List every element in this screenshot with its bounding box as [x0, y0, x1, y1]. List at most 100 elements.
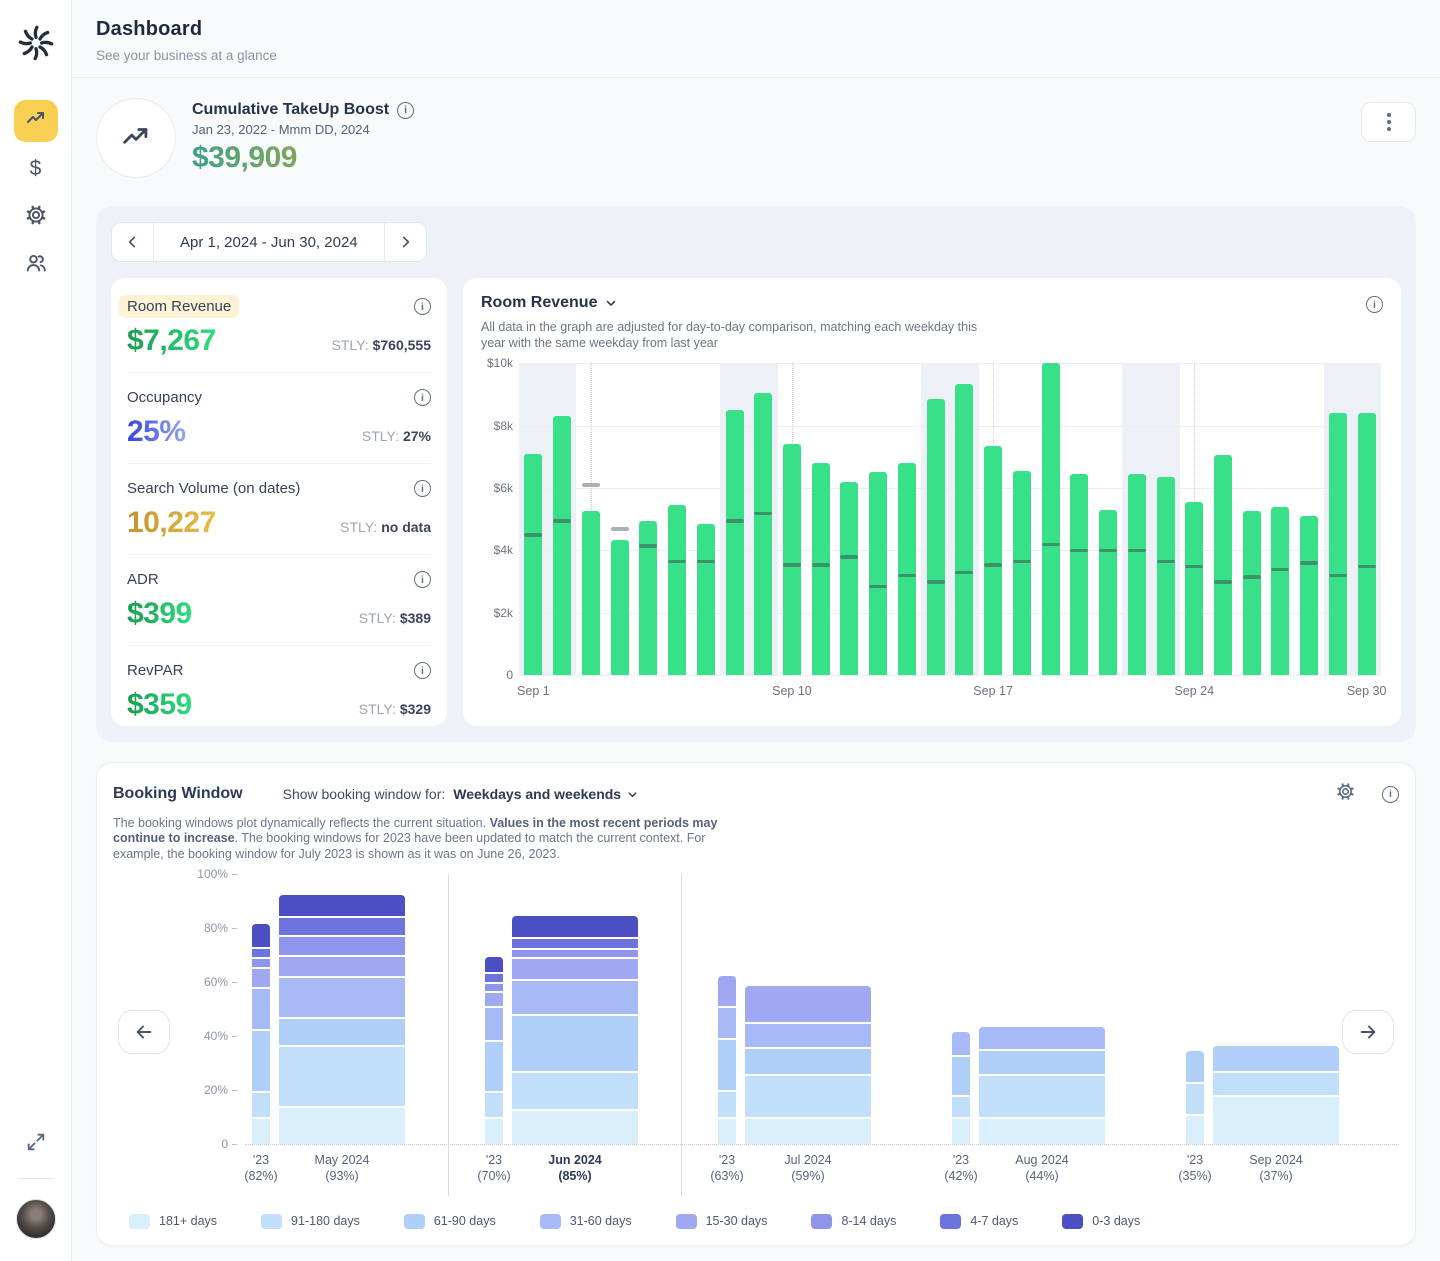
stacked-bar[interactable] — [952, 874, 970, 1144]
boost-circle — [96, 98, 176, 178]
legend-item: 181+ days — [129, 1214, 217, 1229]
expand-icon — [25, 1131, 47, 1158]
revenue-bar[interactable] — [1013, 471, 1031, 675]
info-icon[interactable]: i — [414, 662, 431, 679]
user-avatar[interactable] — [16, 1199, 56, 1239]
info-icon[interactable]: i — [414, 298, 431, 315]
sidebar-item-users[interactable] — [14, 244, 58, 286]
segment-0-3-days — [512, 916, 638, 937]
sidebar-item-dashboard[interactable] — [14, 100, 58, 142]
stat-row-adr: ADR i $399 STLY:$389 — [127, 554, 431, 645]
segment-91-180-days — [718, 1092, 736, 1117]
revenue-bar[interactable] — [1099, 510, 1117, 675]
stacked-bar[interactable] — [979, 874, 1105, 1144]
stly-marker — [639, 544, 657, 548]
info-icon[interactable]: i — [414, 389, 431, 406]
revenue-bar[interactable] — [611, 540, 629, 676]
month-label: May 2024(93%) — [315, 1152, 370, 1185]
revenue-bar[interactable] — [1157, 477, 1175, 675]
stly-marker — [1013, 560, 1031, 564]
revenue-bar[interactable] — [1271, 507, 1289, 675]
stacked-bar[interactable] — [718, 874, 736, 1144]
x-tick-label: Sep 24 — [1174, 684, 1214, 698]
stacked-bar[interactable] — [485, 874, 503, 1144]
revenue-bar[interactable] — [553, 416, 571, 675]
stacked-bar[interactable] — [279, 874, 405, 1144]
stat-stly: STLY:$389 — [359, 610, 431, 626]
stly-marker — [1042, 543, 1060, 547]
booking-filter-dropdown[interactable]: Weekdays and weekends — [453, 786, 639, 802]
legend-item: 91-180 days — [261, 1214, 360, 1229]
previous-period-button[interactable] — [112, 223, 153, 261]
page-subtitle: See your business at a glance — [96, 48, 1416, 63]
period-range-label[interactable]: Apr 1, 2024 - Jun 30, 2024 — [153, 223, 385, 261]
segment-181-days — [979, 1119, 1105, 1144]
revenue-bar[interactable] — [668, 505, 686, 675]
revenue-bar[interactable] — [1329, 413, 1347, 675]
revenue-bar[interactable] — [1070, 474, 1088, 675]
legend-label: 31-60 days — [570, 1214, 632, 1228]
info-icon[interactable]: i — [397, 102, 414, 119]
revenue-bar[interactable] — [524, 454, 542, 676]
revenue-bar[interactable] — [812, 463, 830, 675]
segment-61-90-days — [979, 1051, 1105, 1073]
revenue-bar[interactable] — [1300, 516, 1318, 675]
info-icon[interactable]: i — [1382, 786, 1399, 803]
revenue-bar[interactable] — [927, 399, 945, 675]
legend-label: 181+ days — [159, 1214, 217, 1228]
expand-sidebar-button[interactable] — [16, 1124, 56, 1164]
segment-91-180-days — [1213, 1073, 1339, 1095]
stat-label: Search Volume (on dates) — [127, 477, 300, 500]
stacked-bar[interactable] — [745, 874, 871, 1144]
legend-item: 0-3 days — [1062, 1214, 1140, 1229]
revenue-bar[interactable] — [1358, 413, 1376, 675]
revenue-bar[interactable] — [869, 472, 887, 675]
booking-description: The booking windows plot dynamically ref… — [113, 816, 738, 862]
revenue-bar[interactable] — [898, 463, 916, 675]
stat-label: RevPAR — [127, 659, 183, 682]
stly-marker — [984, 563, 1002, 567]
y-tick-label: 20% — [204, 1083, 237, 1097]
stacked-bar[interactable] — [1213, 874, 1339, 1144]
revenue-bar[interactable] — [840, 482, 858, 675]
gridline — [519, 488, 1381, 489]
revenue-bar[interactable] — [1214, 455, 1232, 675]
stly-marker — [1157, 560, 1175, 564]
revenue-bar[interactable] — [582, 511, 600, 675]
booking-group-jun-2024: '23(70%)Jun 2024(85%) — [485, 874, 638, 1192]
revenue-bar[interactable] — [783, 444, 801, 675]
booking-window-title: Booking Window — [113, 785, 243, 803]
stacked-bar[interactable] — [512, 874, 638, 1144]
revenue-bar[interactable] — [1128, 474, 1146, 675]
segment-31-60-days — [512, 981, 638, 1014]
booking-prev-button[interactable] — [118, 1010, 170, 1054]
revenue-bar[interactable] — [955, 384, 973, 676]
revenue-bar[interactable] — [1042, 363, 1060, 675]
boost-value: $39,909 — [192, 141, 414, 175]
info-icon[interactable]: i — [1366, 296, 1383, 313]
revenue-bar[interactable] — [1243, 511, 1261, 675]
revenue-bar[interactable] — [697, 524, 715, 675]
boost-menu-button[interactable] — [1361, 102, 1416, 142]
revenue-bar[interactable] — [726, 410, 744, 675]
stacked-bar[interactable] — [252, 874, 270, 1144]
y-tick-label: 0 — [221, 1137, 237, 1151]
stly-marker — [927, 580, 945, 584]
segment-181-days — [718, 1119, 736, 1144]
stacked-bar[interactable] — [1186, 874, 1204, 1144]
next-period-button[interactable] — [385, 223, 426, 261]
info-icon[interactable]: i — [414, 480, 431, 497]
room-revenue-metric-dropdown[interactable]: Room Revenue — [481, 294, 1381, 312]
info-icon[interactable]: i — [414, 571, 431, 588]
booking-next-button[interactable] — [1342, 1010, 1394, 1054]
booking-settings-button[interactable] — [1335, 781, 1356, 807]
revenue-bar[interactable] — [1185, 502, 1203, 675]
segment-61-90-days — [279, 1019, 405, 1045]
revenue-bar[interactable] — [754, 393, 772, 675]
legend-swatch — [404, 1214, 425, 1229]
sidebar-item-revenue[interactable]: $ — [14, 148, 58, 190]
segment-181-days — [485, 1119, 503, 1144]
sidebar-item-settings[interactable] — [14, 196, 58, 238]
segment-15-30-days — [252, 969, 270, 987]
revenue-bar[interactable] — [984, 446, 1002, 675]
